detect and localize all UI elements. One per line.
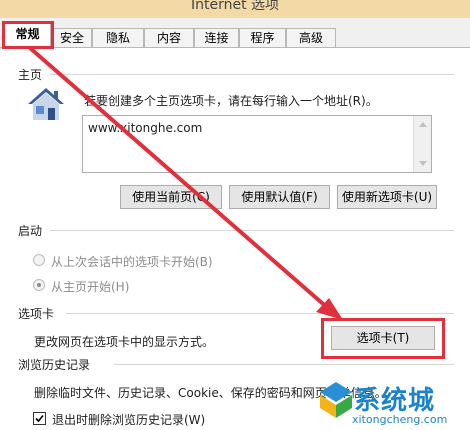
use-current-button[interactable]: 使用当前页(C) [120,185,222,209]
watermark-logo-icon [320,382,352,418]
tab-security[interactable]: 安全 [52,28,92,47]
window-title: Internet 选项 [190,0,280,13]
watermark-text: 系统城 [354,386,436,416]
title-bar: Internet 选项 [0,0,470,18]
radio-circle-checked[interactable] [33,279,45,291]
startup-section-divider [50,230,454,231]
tab-strip-border [0,47,470,48]
tabs-section-divider [66,313,454,314]
scroll-up-icon[interactable] [419,122,427,127]
home-description: 若要创建多个主页选项卡，请在每行输入一个地址(R)。 [84,94,378,108]
tabs-section-label: 选项卡 [18,307,55,321]
tabs-description: 更改网页在选项卡中的显示方式。 [34,335,215,349]
history-section-label: 浏览历史记录 [18,358,91,372]
delete-on-exit-label: 退出时删除浏览历史记录(W) [52,413,206,427]
tab-content[interactable]: 内容 [144,28,194,47]
startup-section-label: 启动 [18,224,43,238]
use-new-tab-button[interactable]: 使用新选项卡(U) [337,185,437,209]
annotation-highlight-button [321,318,445,359]
tab-privacy[interactable]: 隐私 [92,28,144,47]
tab-advanced[interactable]: 高级 [286,28,336,47]
home-url-value: www.xitonghe.com [88,121,203,135]
watermark-url: xitongcheng.com [352,413,448,426]
radio-home-page-label: 从主页开始(H) [51,280,130,294]
home-section-label: 主页 [18,68,43,82]
tab-programs[interactable]: 程序 [239,28,286,47]
tab-connections[interactable]: 连接 [194,28,239,47]
home-section-divider [50,74,454,75]
radio-circle[interactable] [33,254,45,266]
home-icon [28,88,64,120]
radio-last-session-label: 从上次会话中的选项卡开始(B) [51,255,213,269]
use-default-button[interactable]: 使用默认值(F) [229,185,330,209]
history-section-divider [114,364,454,365]
annotation-highlight-tab [2,21,54,49]
watermark: 系统城 xitongcheng.com [318,378,470,430]
delete-on-exit-checkbox[interactable] [33,412,46,425]
checkmark-icon [35,414,44,423]
scroll-down-icon[interactable] [419,161,427,166]
url-scrollbar[interactable] [413,116,431,172]
home-url-textarea[interactable]: www.xitonghe.com [82,115,432,173]
